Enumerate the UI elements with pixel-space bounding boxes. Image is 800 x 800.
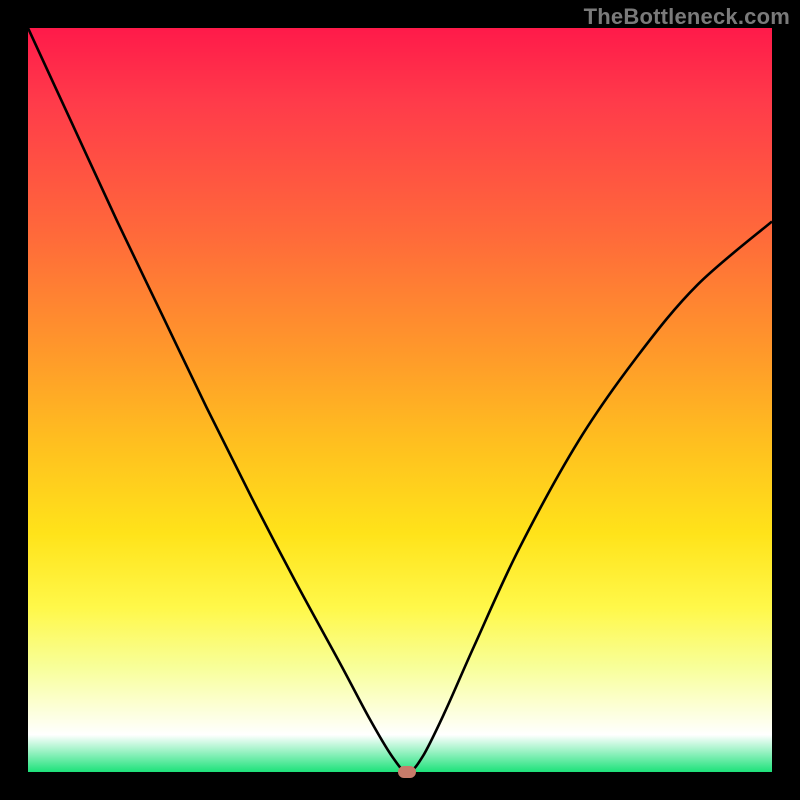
bottleneck-curve — [28, 28, 772, 772]
curve-svg — [28, 28, 772, 772]
watermark-text: TheBottleneck.com — [584, 4, 790, 30]
plot-area — [28, 28, 772, 772]
chart-frame: TheBottleneck.com — [0, 0, 800, 800]
optimal-point-marker — [398, 766, 416, 778]
